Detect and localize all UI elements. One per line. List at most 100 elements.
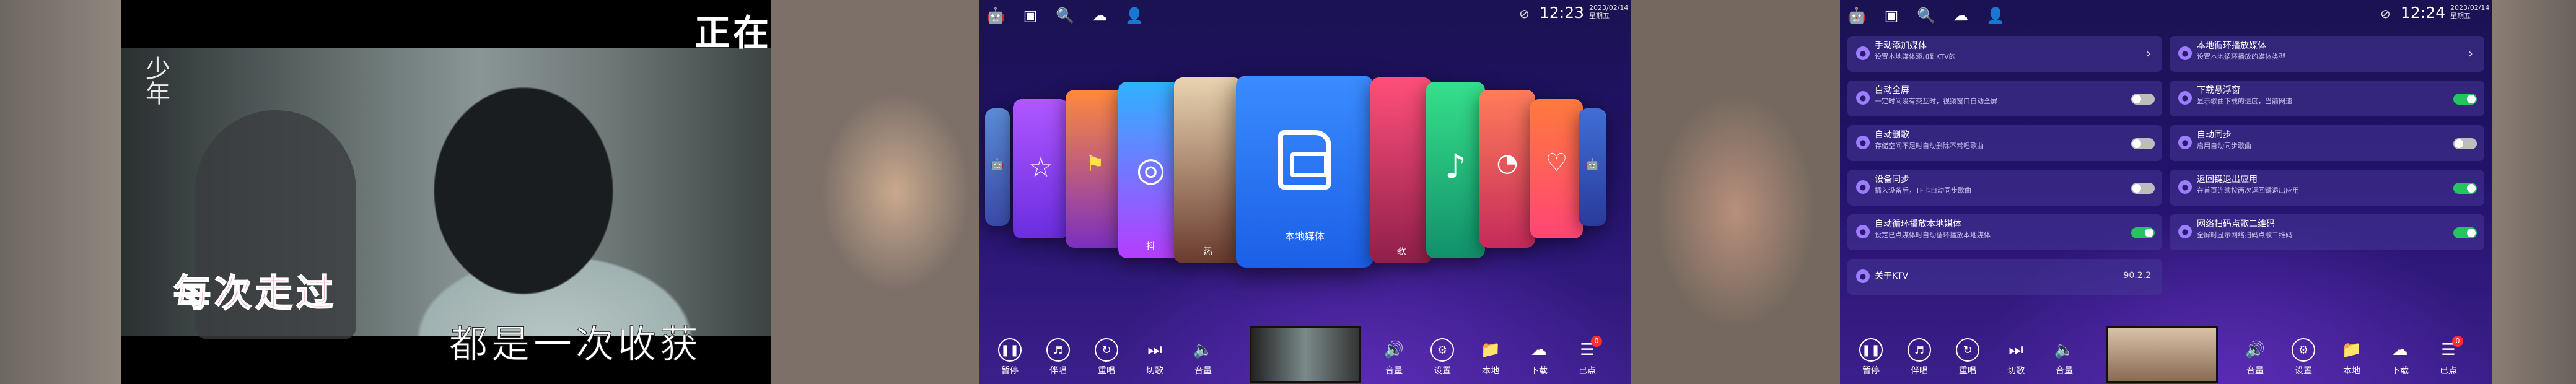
setting-title: 自动循环播放本地媒体 [1875, 219, 1961, 229]
setting-icon: ● [2178, 46, 2192, 60]
accompany-button[interactable]: ♬ 伴唱 [1040, 338, 1077, 377]
wifi-off-icon: ⊘ [1519, 6, 1530, 21]
replay-button[interactable]: ↻ 重唱 [1088, 338, 1125, 377]
carousel-card-favorites[interactable]: ☆ [1013, 99, 1069, 238]
pause-button[interactable]: ❚❚ 暂停 [991, 338, 1028, 377]
box-icon[interactable]: ▣ [1021, 6, 1040, 25]
setting-icon: ● [1856, 269, 1870, 283]
top-bar: 🤖 ▣ 🔍 ☁ 👤 ⊘ 12:24 2023/02/14 星期五 [1840, 0, 2492, 30]
folder-icon: 📁 [2341, 341, 2362, 359]
local-button[interactable]: 📁 本地 [2333, 338, 2370, 377]
volume-down-button[interactable]: 🔈 音量 [2046, 338, 2083, 377]
toggle-switch[interactable] [2453, 227, 2477, 238]
box-icon[interactable]: ▣ [1882, 6, 1901, 25]
carousel-card-android-right[interactable]: 🤖 [1579, 108, 1606, 226]
download-button[interactable]: ☁ 下载 [2381, 338, 2419, 377]
toggle-switch[interactable] [2453, 138, 2477, 149]
user-icon[interactable]: 👤 [1125, 6, 1144, 25]
carousel-card-label: 本地媒体 [1284, 230, 1325, 242]
clock-time: 12:24 [2401, 4, 2446, 22]
bottom-control-bar: ❚❚ 暂停 ♬ 伴唱 ↻ 重唱 ⏭ 切歌 🔈 音量 🔊 音量 ⚙ 设置 📁 本地 ☁ 下载 ☰ 0 已… [979, 322, 1631, 384]
toggle-switch[interactable] [2453, 94, 2477, 105]
blur-bg-left [0, 0, 121, 384]
toggle-switch[interactable] [2453, 183, 2477, 194]
mini-video-preview[interactable] [2106, 326, 2218, 383]
setting-icon: ● [2178, 180, 2192, 194]
setting-item[interactable]: ● 自动删歌 存储空间不足时自动删除不常唱歌曲 [1847, 125, 2162, 161]
skip-next-icon: ⏭ [2009, 340, 2023, 359]
search-icon[interactable]: 🔍 [1056, 6, 1074, 25]
settings-button[interactable]: ⚙ 设置 [2285, 338, 2322, 377]
cloud-download-icon[interactable]: ☁ [1952, 6, 1970, 25]
setting-title: 设备同步 [1875, 175, 1909, 185]
setting-item[interactable]: ● 手动添加媒体 设置本地媒体添加到KTV的 › [1847, 36, 2162, 72]
toggle-switch[interactable] [2131, 138, 2155, 149]
lyric-current-line: 每次走过 [173, 271, 337, 316]
setting-description: 插入设备后，TF卡自动同步歌曲 [1875, 186, 1972, 194]
android-icon[interactable]: 🤖 [986, 6, 1005, 25]
fan-icon: ◔ [1496, 149, 1518, 177]
setting-item[interactable]: ● 关于KTV 90.2.2 [1847, 259, 2162, 295]
next-song-button[interactable]: ⏭ 切歌 [1136, 338, 1173, 377]
setting-title: 自动删歌 [1875, 130, 1909, 140]
playing-caption: 正在 [694, 12, 771, 54]
carousel-card-android[interactable]: 🤖 [985, 108, 1010, 226]
setting-title: 下载悬浮窗 [2197, 85, 2240, 95]
carousel-card-opera[interactable]: ◔ [1479, 90, 1535, 248]
bottom-control-bar: ❚❚ 暂停 ♬ 伴唱 ↻ 重唱 ⏭ 切歌 🔈 音量 🔊 音量 ⚙ 设置 📁 本地 ☁ 下载 ☰ 0 已… [1840, 322, 2492, 384]
setting-title: 自动全屏 [1875, 85, 1909, 95]
carousel-card-local-media[interactable]: 本地媒体 [1236, 76, 1373, 268]
setting-icon: ● [1856, 46, 1870, 60]
setting-item[interactable]: ● 自动同步 启用自动同步歌曲 [2170, 125, 2484, 161]
top-bar: 🤖 ▣ 🔍 ☁ 👤 ⊘ 12:23 2023/02/14 星期五 [979, 0, 1631, 30]
volume-up-button[interactable]: 🔊 音量 [2236, 338, 2274, 377]
setting-description: 设定已点媒体时自动循环播放本地媒体 [1875, 231, 1991, 239]
blur-bg-right [2492, 0, 2576, 384]
queue-button[interactable]: ☰ 0 已点 [2430, 336, 2467, 377]
setting-title: 网络扫码点歌二维码 [2197, 219, 2275, 229]
pause-button[interactable]: ❚❚ 暂停 [1852, 338, 1890, 377]
setting-item[interactable]: ● 设备同步 插入设备后，TF卡自动同步歌曲 [1847, 170, 2162, 206]
carousel-card-hot[interactable]: 热 [1174, 77, 1242, 263]
setting-item[interactable]: ● 自动循环播放本地媒体 设定已点媒体时自动循环播放本地媒体 [1847, 214, 2162, 250]
setting-item[interactable]: ● 本地循环播放媒体 设置本地循环播放的媒体类型 › [2170, 36, 2484, 72]
blur-bg-mid1 [771, 0, 979, 384]
setting-item[interactable]: ● 下载悬浮窗 显示歌曲下载的进度，当前网速 [2170, 81, 2484, 116]
queue-count-badge: 0 [1591, 336, 1602, 347]
setting-title: 本地循环播放媒体 [2197, 41, 2266, 51]
setting-description: 一定时间没有交互时，视频窗口自动全屏 [1875, 97, 1997, 105]
accompany-button[interactable]: ♬ 伴唱 [1901, 338, 1938, 377]
setting-icon: ● [1856, 91, 1870, 105]
setting-item[interactable]: ● 自动全屏一定时间没有交互时，视频窗口自动全屏 [1847, 81, 2162, 116]
carousel-card-ranking[interactable]: ⚑ [1066, 90, 1124, 248]
settings-button[interactable]: ⚙ 设置 [1424, 338, 1461, 377]
toggle-switch[interactable] [2131, 227, 2155, 238]
volume-down-button[interactable]: 🔈 音量 [1185, 338, 1222, 377]
karaoke-video-screen[interactable]: 少年 正在 每次走过 都是一次收获 [121, 0, 771, 384]
clock-time: 12:23 [1540, 4, 1585, 22]
mini-video-preview[interactable] [1250, 326, 1361, 383]
download-button[interactable]: ☁ 下载 [1520, 338, 1557, 377]
accompany-icon: ♬ [1046, 338, 1070, 362]
android-icon[interactable]: 🤖 [1847, 6, 1866, 25]
search-icon[interactable]: 🔍 [1917, 6, 1935, 25]
setting-title: 关于KTV [1875, 271, 1909, 281]
carousel-card-music[interactable]: ♪ [1426, 82, 1485, 258]
user-icon[interactable]: 👤 [1986, 6, 2005, 25]
setting-item[interactable]: ● 网络扫码点歌二维码 全屏时显示网络扫码点歌二维码 [2170, 214, 2484, 250]
queue-button[interactable]: ☰ 0 已点 [1569, 336, 1606, 377]
cloud-download-icon[interactable]: ☁ [1090, 6, 1109, 25]
replay-button[interactable]: ↻ 重唱 [1949, 338, 1986, 377]
wifi-off-icon: ⊘ [2380, 6, 2391, 21]
carousel-card-singer[interactable]: 歌 [1370, 77, 1432, 263]
next-song-button[interactable]: ⏭ 切歌 [1997, 338, 2035, 377]
setting-description: 全屏时显示网络扫码点歌二维码 [2197, 231, 2292, 239]
queue-count-badge: 0 [2452, 336, 2463, 347]
volume-down-icon: 🔈 [2054, 341, 2075, 359]
carousel-card-love[interactable]: ♡ [1530, 99, 1583, 238]
toggle-switch[interactable] [2131, 183, 2155, 194]
volume-up-button[interactable]: 🔊 音量 [1375, 338, 1413, 377]
local-button[interactable]: 📁 本地 [1472, 338, 1509, 377]
setting-item[interactable]: ● 返回键退出应用 在首页连续按两次返回键退出应用 [2170, 170, 2484, 206]
toggle-switch[interactable] [2131, 94, 2155, 105]
